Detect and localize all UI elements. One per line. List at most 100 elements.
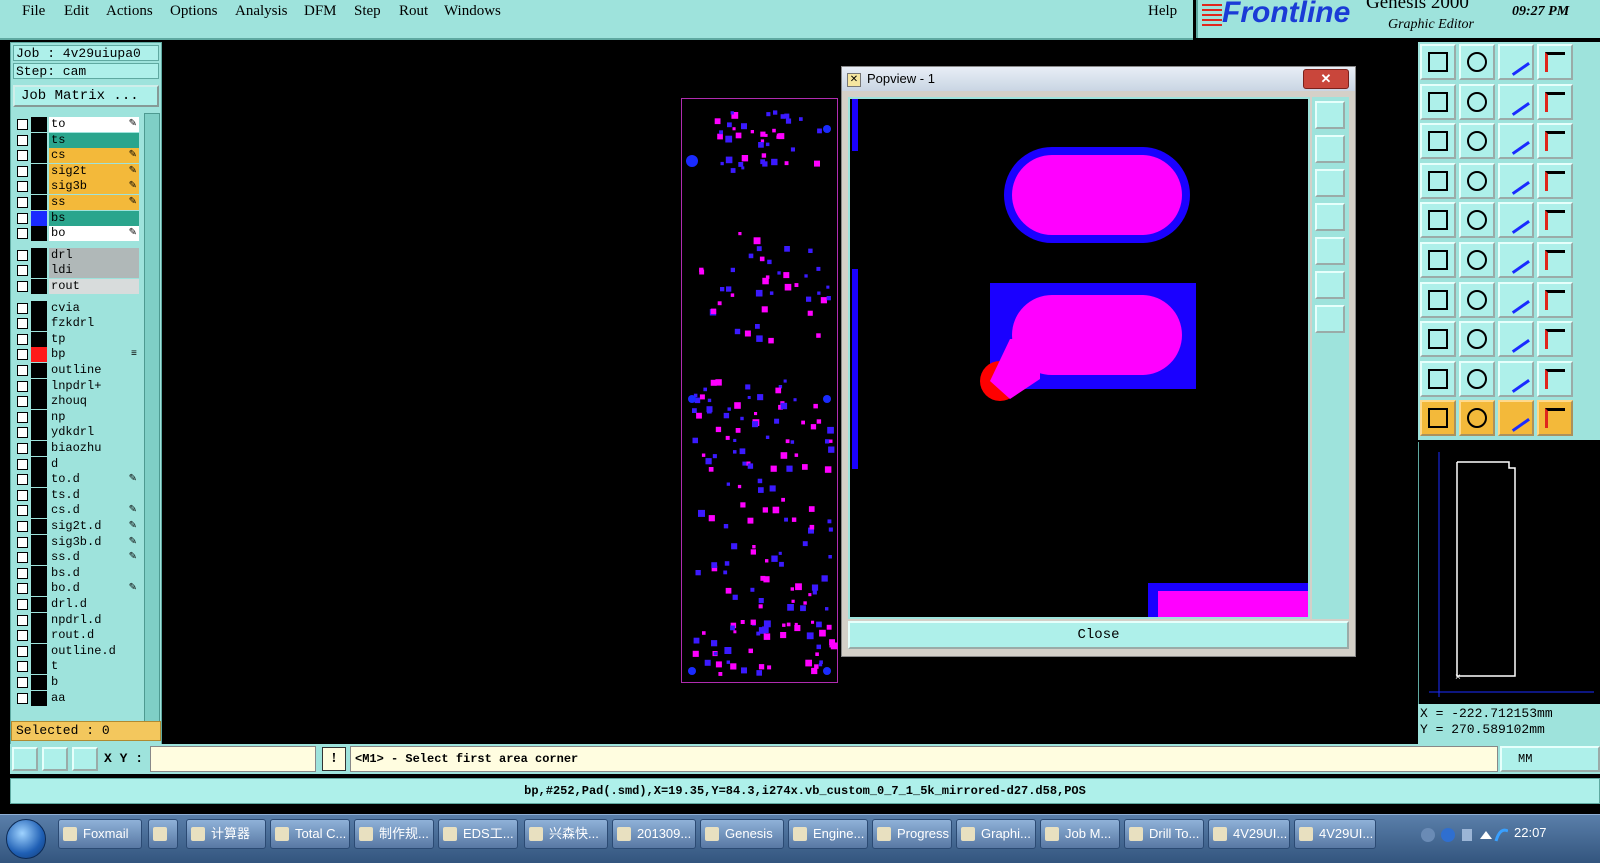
job-matrix-button[interactable]: Job Matrix ... — [13, 85, 159, 107]
layer-row[interactable]: to ✎ — [15, 117, 139, 132]
popview-fit-button[interactable] — [1315, 271, 1345, 299]
layer-checkbox[interactable] — [17, 134, 28, 146]
triangle4-button[interactable] — [1537, 360, 1573, 397]
layer-row[interactable]: rout — [15, 279, 139, 294]
layer-checkbox[interactable] — [17, 249, 28, 261]
query-button[interactable] — [1537, 123, 1573, 160]
layer-color-swatch[interactable] — [31, 612, 47, 628]
layer-row[interactable]: ss ✎ — [15, 195, 139, 210]
pointer-button[interactable] — [1459, 162, 1495, 199]
layer-color-swatch[interactable] — [31, 179, 47, 195]
layer-row[interactable]: bs — [15, 210, 139, 226]
popview-down-button[interactable] — [1315, 169, 1345, 197]
scroll-button[interactable] — [1537, 44, 1573, 80]
layer-checkbox[interactable] — [17, 302, 28, 314]
taskbar-item[interactable]: Job M... — [1040, 819, 1120, 849]
layer-checkbox[interactable] — [17, 181, 28, 193]
line-button[interactable] — [1459, 202, 1495, 239]
layer-checkbox[interactable] — [17, 365, 28, 376]
taskbar-item[interactable]: Graphi... — [956, 819, 1036, 849]
layer-color-swatch[interactable] — [31, 675, 47, 690]
warning-icon[interactable]: ! — [322, 747, 346, 771]
select2-button[interactable] — [1459, 400, 1495, 437]
layer-color-swatch[interactable] — [31, 163, 47, 179]
layer-color-swatch[interactable] — [31, 503, 47, 519]
layer-name[interactable]: t — [49, 659, 139, 675]
pan-left-button[interactable] — [1420, 83, 1456, 120]
circle-button[interactable] — [1537, 202, 1573, 239]
layer-checkbox[interactable] — [17, 281, 28, 292]
layer-name[interactable]: ts — [49, 132, 139, 148]
layer-checkbox[interactable] — [17, 692, 28, 704]
menu-file[interactable]: File — [22, 3, 45, 20]
layer-checkbox[interactable] — [17, 380, 28, 392]
zoom-fit-button[interactable] — [1420, 123, 1456, 160]
layer-name[interactable]: np — [49, 409, 139, 425]
scale-button[interactable] — [1498, 123, 1534, 160]
layer-checkbox[interactable] — [17, 661, 28, 673]
layer-name[interactable]: to.d ✎ — [49, 472, 139, 488]
layer-checkbox[interactable] — [17, 614, 28, 626]
layer-row[interactable]: b — [15, 675, 139, 690]
popview-zoom-button[interactable] — [1315, 101, 1345, 129]
layer-checkbox[interactable] — [17, 119, 28, 130]
layer-name[interactable]: ldi — [49, 263, 139, 279]
layer-checkbox[interactable] — [17, 458, 28, 470]
taskbar-item[interactable]: Total C... — [270, 819, 350, 849]
layer-row[interactable]: outline.d — [15, 643, 139, 659]
layer-checkbox[interactable] — [17, 645, 28, 657]
move-button[interactable] — [1498, 242, 1534, 278]
copy-button[interactable] — [1537, 242, 1573, 278]
layer-name[interactable]: biaozhu — [49, 441, 139, 456]
layer-row[interactable]: bp ≡ — [15, 347, 139, 363]
taskbar-item[interactable]: 计算器 — [186, 819, 266, 849]
menu-help[interactable]: Help — [1148, 3, 1177, 20]
layer-row[interactable]: aa — [15, 690, 139, 706]
network-icon[interactable] — [1421, 828, 1435, 842]
popview-right-button[interactable] — [1315, 237, 1345, 265]
taskbar-item[interactable]: 兴森快... — [524, 819, 608, 849]
snap-button[interactable] — [1420, 162, 1456, 199]
layer-color-swatch[interactable] — [31, 331, 47, 347]
layer-row[interactable]: ts.d — [15, 487, 139, 503]
layer-name[interactable]: rout — [49, 279, 139, 294]
taskbar-item[interactable]: Foxmail — [58, 819, 142, 849]
layer-color-swatch[interactable] — [31, 472, 47, 488]
pad-button[interactable] — [1420, 202, 1456, 239]
layer-row[interactable]: sig3b ✎ — [15, 179, 139, 195]
layer-row[interactable]: ts — [15, 132, 139, 148]
overview-map[interactable]: × — [1418, 442, 1600, 704]
layer-row[interactable]: cs ✎ — [15, 148, 139, 164]
layer-name[interactable]: aa — [49, 690, 139, 706]
layer-row[interactable]: ss.d ✎ — [15, 550, 139, 566]
layer-name[interactable]: drl.d — [49, 597, 139, 612]
layer-checkbox[interactable] — [17, 427, 28, 439]
layer-row[interactable]: sig2t ✎ — [15, 163, 139, 179]
route2-button[interactable] — [1537, 162, 1573, 199]
popview-titlebar[interactable]: ✕ Popview - 1 ✕ — [842, 67, 1355, 91]
layer-row[interactable]: rout.d — [15, 628, 139, 644]
group-button[interactable] — [1537, 321, 1573, 358]
layer-checkbox[interactable] — [17, 552, 28, 564]
pcb-board-outline[interactable] — [681, 98, 838, 683]
arc-button[interactable] — [1498, 281, 1534, 318]
snap-icon[interactable] — [12, 747, 38, 771]
layer-color-swatch[interactable] — [31, 597, 47, 612]
layer-color-swatch[interactable] — [31, 347, 47, 363]
layer-color-swatch[interactable] — [31, 441, 47, 456]
layer-name[interactable]: bs — [49, 210, 139, 226]
measure-button[interactable] — [1498, 321, 1534, 358]
menu-step[interactable]: Step — [354, 3, 381, 20]
measure-icon[interactable] — [42, 747, 68, 771]
layer-row[interactable]: bo.d ✎ — [15, 581, 139, 597]
layer-row[interactable]: tp — [15, 331, 139, 347]
layer-color-swatch[interactable] — [31, 659, 47, 675]
menu-analysis[interactable]: Analysis — [235, 3, 288, 20]
layer-checkbox[interactable] — [17, 443, 28, 454]
layer-checkbox[interactable] — [17, 521, 28, 532]
layer-row[interactable]: ydkdrl — [15, 425, 139, 441]
layer-row[interactable]: drl.d — [15, 597, 139, 612]
taskbar-item[interactable]: 201309... — [612, 819, 696, 849]
layer-checkbox[interactable] — [17, 567, 28, 579]
layer-color-swatch[interactable] — [31, 247, 47, 263]
